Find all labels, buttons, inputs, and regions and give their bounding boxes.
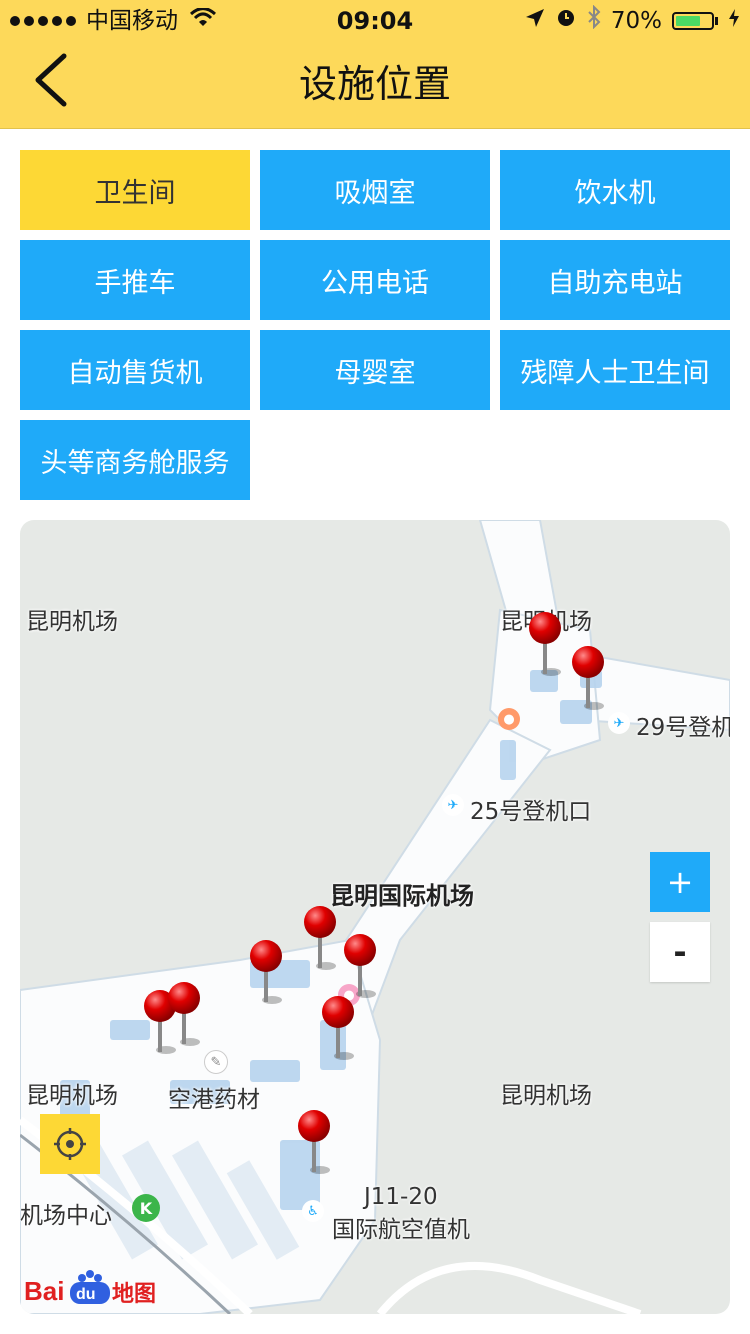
crosshair-icon bbox=[54, 1128, 86, 1160]
station-icon: K bbox=[132, 1194, 160, 1222]
facility-button-restroom[interactable]: 卫生间 bbox=[20, 150, 250, 230]
location-arrow-icon bbox=[525, 6, 545, 36]
map-label-airport: 昆明机场 bbox=[500, 1083, 592, 1109]
plane-icon: ✈ bbox=[442, 794, 464, 816]
top-bar: 中国移动 09:04 70% 设施位置 bbox=[0, 0, 750, 129]
restroom-pin[interactable] bbox=[164, 980, 204, 1050]
facility-button-water[interactable]: 饮水机 bbox=[500, 150, 730, 230]
locate-me-button[interactable] bbox=[40, 1114, 100, 1174]
restroom-pin[interactable] bbox=[568, 644, 608, 714]
map-label-pharmacy: 空港药材 bbox=[168, 1087, 260, 1113]
zoom-out-button[interactable]: - bbox=[650, 922, 710, 982]
status-right: 70% bbox=[525, 4, 740, 37]
map-label-airport: 昆明机场 bbox=[26, 1083, 118, 1109]
battery-percent: 70% bbox=[610, 8, 662, 34]
map-provider-logo: Bai du 地图 bbox=[24, 1268, 164, 1308]
restroom-pin[interactable] bbox=[318, 994, 358, 1064]
page-title: 设施位置 bbox=[298, 62, 451, 106]
facility-button-vending[interactable]: 自动售货机 bbox=[20, 330, 250, 410]
restroom-pin[interactable] bbox=[340, 932, 380, 1002]
facility-button-trolley[interactable]: 手推车 bbox=[20, 240, 250, 320]
facility-button-charging[interactable]: 自助充电站 bbox=[500, 240, 730, 320]
map-label-airport-center: 机场中心 bbox=[20, 1203, 112, 1229]
map-label-gate-29: 29号登机 bbox=[636, 715, 730, 741]
facility-button-nursing-room[interactable]: 母婴室 bbox=[260, 330, 490, 410]
zoom-in-button[interactable]: + bbox=[650, 852, 710, 912]
pharmacy-icon: ✎ bbox=[204, 1050, 228, 1074]
restroom-pin[interactable] bbox=[294, 1108, 334, 1178]
map-view[interactable]: 昆明机场 昆明机场 昆明机场 昆明机场 ✈ 29号登机 ● ✈ 25号登机口 昆… bbox=[20, 520, 730, 1314]
svg-text:Bai: Bai bbox=[24, 1276, 64, 1306]
svg-text:du: du bbox=[76, 1286, 96, 1303]
restroom-pin[interactable] bbox=[300, 904, 340, 974]
map-label-intl-airport: 昆明国际机场 bbox=[330, 882, 474, 910]
map-label-gate-25: 25号登机口 bbox=[470, 799, 592, 825]
battery-icon bbox=[672, 12, 714, 30]
restroom-pin[interactable] bbox=[246, 938, 286, 1008]
alarm-icon bbox=[555, 6, 577, 36]
map-label-airport: 昆明机场 bbox=[26, 609, 118, 635]
plane-icon: ✈ bbox=[608, 712, 630, 734]
facility-button-phone[interactable]: 公用电话 bbox=[260, 240, 490, 320]
restroom-pin[interactable] bbox=[525, 610, 565, 680]
facility-button-business-class[interactable]: 头等商务舱服务 bbox=[20, 420, 250, 500]
restroom-icon: ♿ bbox=[302, 1200, 324, 1222]
facility-button-smoking-room[interactable]: 吸烟室 bbox=[260, 150, 490, 230]
map-label-intl-checkin: 国际航空值机 bbox=[332, 1217, 470, 1243]
bluetooth-icon bbox=[587, 4, 601, 37]
facility-button-accessible-restroom[interactable]: 残障人士卫生间 bbox=[500, 330, 730, 410]
map-label-j11-20: J11-20 bbox=[364, 1184, 438, 1210]
charging-icon bbox=[728, 6, 740, 36]
shopping-bag-icon: ● bbox=[498, 708, 520, 730]
map-logo-text: 地图 bbox=[112, 1282, 157, 1307]
